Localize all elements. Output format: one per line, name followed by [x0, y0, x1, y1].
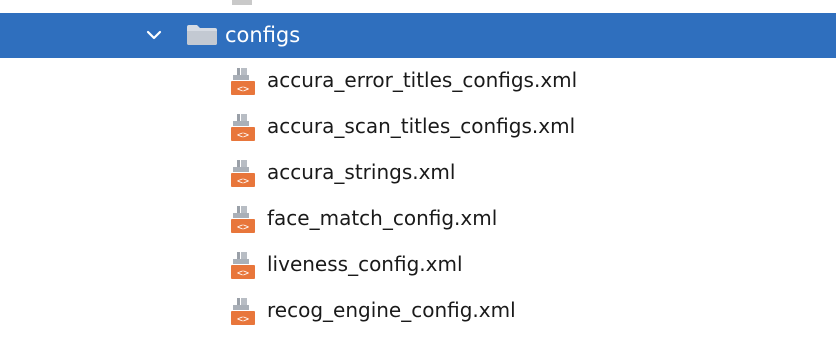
file-label: accura_strings.xml [267, 160, 456, 184]
xml-file-icon: <> [231, 252, 255, 279]
file-icon [232, 0, 252, 5]
xml-file-icon: <> [231, 206, 255, 233]
svg-text:<>: <> [237, 130, 249, 141]
partial-tree-item[interactable] [0, 0, 836, 10]
file-label: face_match_config.xml [267, 206, 498, 230]
svg-text:<>: <> [237, 268, 249, 279]
file-row[interactable]: <> accura_scan_titles_configs.xml [0, 105, 836, 149]
file-row[interactable]: <> liveness_config.xml [0, 243, 836, 287]
xml-file-icon: <> [231, 114, 255, 141]
file-label: accura_error_titles_configs.xml [267, 68, 578, 92]
folder-icon [187, 25, 217, 45]
file-row[interactable]: <> accura_error_titles_configs.xml [0, 59, 836, 103]
folder-label: configs [225, 23, 301, 47]
file-row[interactable]: <> face_match_config.xml [0, 197, 836, 241]
file-row[interactable]: <> accura_strings.xml [0, 151, 836, 195]
svg-text:<>: <> [237, 222, 249, 233]
svg-text:<>: <> [237, 176, 249, 187]
svg-text:<>: <> [237, 84, 249, 95]
xml-file-icon: <> [231, 68, 255, 95]
xml-file-icon: <> [231, 160, 255, 187]
file-row[interactable]: <> recog_engine_config.xml [0, 289, 836, 333]
file-label: liveness_config.xml [267, 252, 463, 276]
folder-row-configs[interactable]: configs [0, 13, 836, 58]
svg-text:<>: <> [237, 314, 249, 325]
xml-file-icon: <> [231, 298, 255, 325]
project-tree: configs <> accura_error_titles_configs.x… [0, 0, 836, 339]
file-label: recog_engine_config.xml [267, 298, 516, 322]
chevron-down-icon[interactable] [145, 26, 163, 44]
file-label: accura_scan_titles_configs.xml [267, 114, 576, 138]
